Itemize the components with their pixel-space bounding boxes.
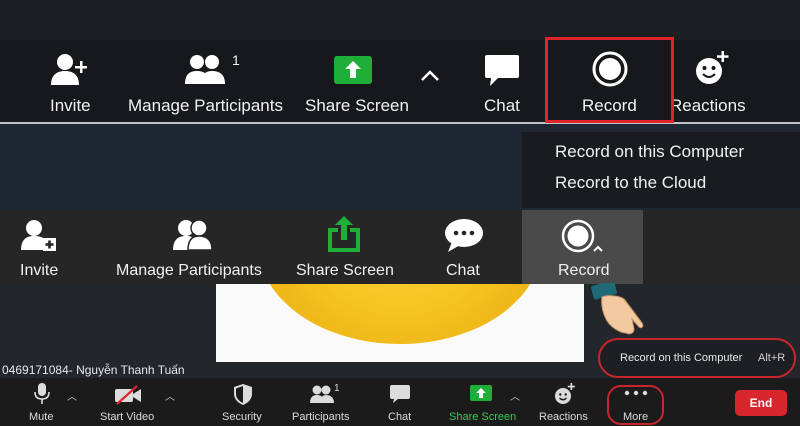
manage-participants-label: Manage Participants bbox=[128, 96, 283, 115]
security-label: Security bbox=[222, 411, 262, 423]
record-tooltip[interactable]: Record on this Computer Alt+R bbox=[598, 338, 796, 378]
video-options-caret[interactable]: ︿ bbox=[165, 388, 175, 403]
participants-icon bbox=[173, 219, 212, 251]
invite-button-2[interactable]: Invite bbox=[10, 210, 74, 284]
record-to-cloud-option[interactable]: Record to the Cloud bbox=[555, 173, 706, 193]
yellow-circle-image bbox=[258, 284, 542, 344]
mute-button[interactable]: Mute bbox=[22, 380, 66, 426]
reactions-button[interactable]: Reactions bbox=[670, 40, 750, 122]
share-screen-button-bottom[interactable]: Share Screen bbox=[446, 380, 518, 426]
start-video-button[interactable]: Start Video bbox=[96, 380, 162, 426]
chat-icon bbox=[485, 55, 519, 86]
participant-count: 1 bbox=[232, 52, 240, 68]
mute-options-caret[interactable]: ︿ bbox=[67, 388, 77, 403]
shield-icon bbox=[234, 384, 252, 405]
chat-icon bbox=[390, 385, 410, 403]
participants-button[interactable]: 1 Participants bbox=[288, 380, 358, 426]
tooltip-text: Record on this Computer bbox=[620, 352, 743, 364]
share-options-caret[interactable]: ︿ bbox=[510, 388, 520, 403]
share-screen-icon bbox=[334, 56, 372, 84]
chat-button-2[interactable]: Chat bbox=[440, 210, 490, 284]
record-icon bbox=[561, 219, 603, 253]
mute-label: Mute bbox=[29, 411, 54, 423]
participant-name-label: 0469171084- Nguyễn Thanh Tuấn bbox=[2, 363, 185, 377]
share-screen-icon bbox=[328, 216, 360, 252]
share-screen-icon bbox=[470, 385, 492, 401]
more-highlight-oval bbox=[607, 385, 664, 425]
manage-participants-button-2[interactable]: Manage Participants bbox=[114, 210, 272, 284]
tooltip-shortcut: Alt+R bbox=[758, 352, 786, 364]
chat-label: Chat bbox=[484, 96, 520, 115]
invite-icon bbox=[51, 54, 87, 85]
record-label-2: Record bbox=[558, 262, 610, 279]
end-meeting-button[interactable]: End bbox=[735, 390, 787, 416]
reactions-button-bottom[interactable]: Reactions bbox=[536, 380, 592, 426]
invite-label: Invite bbox=[50, 96, 91, 115]
share-screen-button[interactable]: Share Screen bbox=[302, 40, 409, 122]
reactions-icon bbox=[555, 383, 575, 404]
participants-icon bbox=[185, 55, 225, 84]
share-screen-label: Share Screen bbox=[305, 96, 409, 115]
participants-label: Participants bbox=[292, 411, 350, 423]
participants-count: 1 bbox=[334, 383, 340, 394]
start-video-label: Start Video bbox=[100, 411, 155, 423]
zoom-toolbar-large-bar: Invite 1 Manage Participants Share Scree… bbox=[0, 40, 800, 124]
share-screen-label-bottom: Share Screen bbox=[449, 411, 517, 423]
chat-icon bbox=[445, 219, 483, 252]
reactions-icon bbox=[696, 51, 729, 84]
invite-label-2: Invite bbox=[20, 262, 59, 279]
record-menu: Record on this Computer Record to the Cl… bbox=[522, 132, 800, 208]
chat-label-bottom: Chat bbox=[388, 411, 412, 423]
chat-button-bottom[interactable]: Chat bbox=[380, 380, 420, 426]
pointing-hand-icon bbox=[591, 283, 644, 335]
share-screen-label-2: Share Screen bbox=[296, 262, 394, 279]
record-button-2[interactable]: Record bbox=[540, 210, 624, 284]
manage-participants-button[interactable]: 1 Manage Participants bbox=[126, 40, 286, 122]
manage-participants-label-2: Manage Participants bbox=[116, 262, 262, 279]
shared-video-frame bbox=[216, 284, 584, 362]
invite-button[interactable]: Invite bbox=[40, 40, 102, 122]
chat-label-2: Chat bbox=[446, 262, 480, 279]
share-screen-button-2[interactable]: Share Screen bbox=[294, 210, 394, 284]
security-button[interactable]: Security bbox=[218, 380, 268, 426]
record-highlight-box bbox=[545, 37, 674, 123]
video-off-icon bbox=[115, 385, 141, 405]
microphone-icon bbox=[34, 383, 50, 404]
reactions-label-bottom: Reactions bbox=[539, 411, 588, 423]
chevron-up-icon[interactable] bbox=[420, 68, 440, 82]
participants-icon bbox=[310, 385, 334, 403]
invite-icon bbox=[21, 220, 56, 251]
chat-button[interactable]: Chat bbox=[476, 40, 530, 122]
record-on-computer-option[interactable]: Record on this Computer bbox=[555, 142, 744, 162]
reactions-label: Reactions bbox=[670, 96, 746, 115]
